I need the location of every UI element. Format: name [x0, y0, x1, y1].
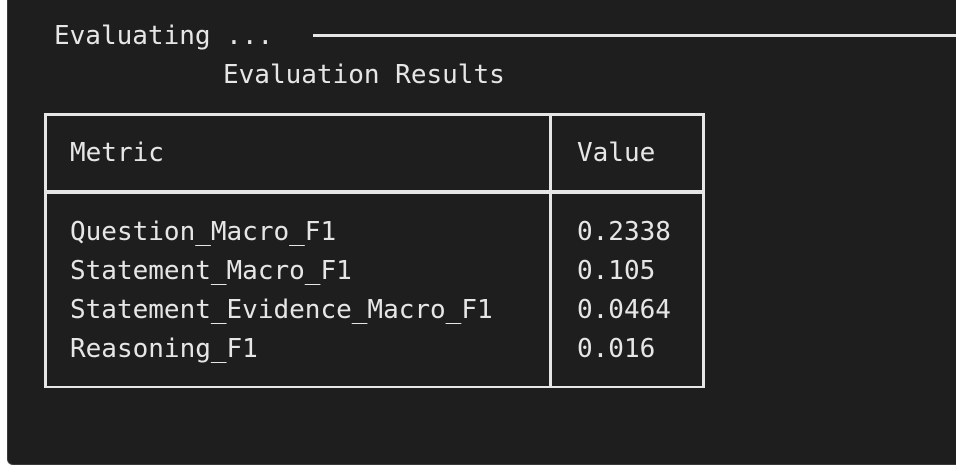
header-metric: Metric — [70, 138, 164, 168]
progress-rule — [313, 34, 956, 37]
terminal-window: Evaluating ... Evaluation Results Metric… — [7, 0, 956, 465]
metric-cell: Question_Macro_F1 — [70, 217, 337, 247]
table-column-divider — [549, 113, 552, 388]
table-bottom-border — [44, 386, 705, 388]
table-left-border — [44, 113, 47, 388]
metric-cell: Statement_Macro_F1 — [70, 256, 352, 286]
metric-cell: Reasoning_F1 — [70, 334, 258, 364]
value-cell: 0.0464 — [577, 295, 671, 325]
metric-cell: Statement_Evidence_Macro_F1 — [70, 295, 493, 325]
table-right-border — [702, 113, 705, 388]
value-cell: 0.105 — [577, 256, 656, 286]
table-top-border — [44, 113, 705, 116]
status-text: Evaluating ... — [54, 21, 274, 51]
value-cell: 0.2338 — [577, 217, 671, 247]
table-title: Evaluation Results — [223, 60, 505, 90]
value-cell: 0.016 — [577, 334, 656, 364]
table-header-separator — [44, 190, 705, 194]
header-value: Value — [577, 138, 656, 168]
